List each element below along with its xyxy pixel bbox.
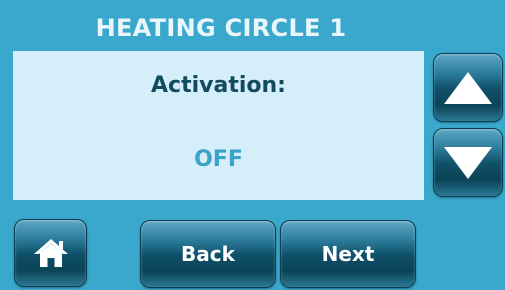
home-icon xyxy=(33,239,68,267)
setting-panel: Activation: OFF xyxy=(13,51,424,200)
up-button[interactable] xyxy=(433,53,503,122)
down-button[interactable] xyxy=(433,128,503,197)
setting-label: Activation: xyxy=(151,73,286,98)
down-arrow-icon xyxy=(444,146,492,179)
page-title: HEATING CIRCLE 1 xyxy=(95,14,347,42)
up-arrow-icon xyxy=(444,71,492,104)
back-button[interactable]: Back xyxy=(140,220,276,288)
device-screen: HEATING CIRCLE 1 Activation: OFF Back Ne… xyxy=(0,0,505,290)
home-button[interactable] xyxy=(14,219,87,287)
setting-value: OFF xyxy=(194,147,243,172)
next-button[interactable]: Next xyxy=(280,220,416,288)
